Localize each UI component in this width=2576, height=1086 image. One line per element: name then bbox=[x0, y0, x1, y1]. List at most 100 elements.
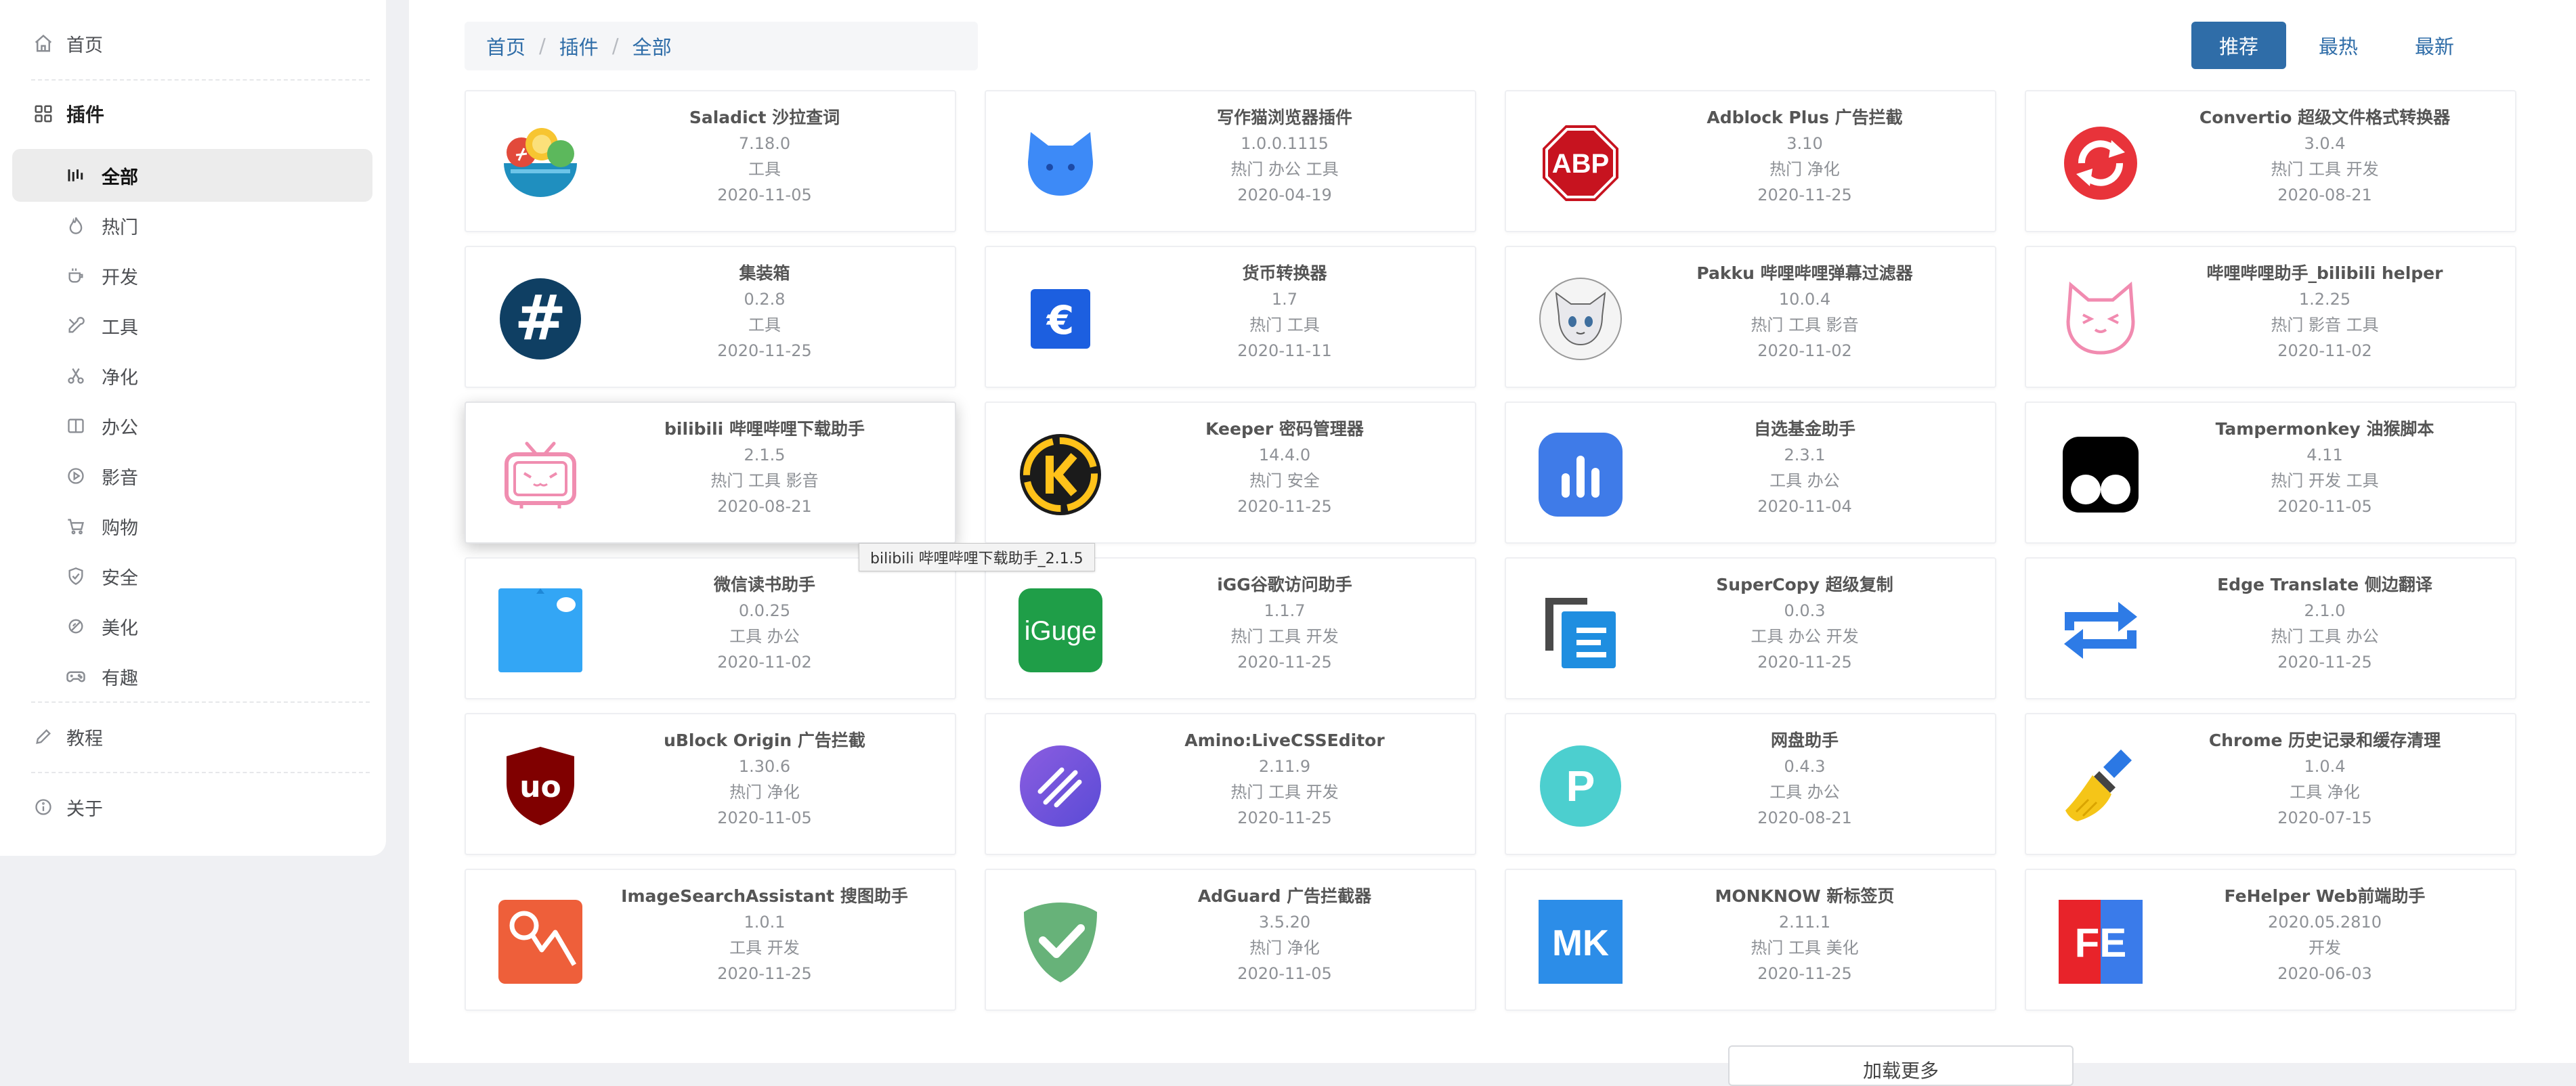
plugin-tags: 热门 工具 办公 bbox=[2271, 627, 2379, 646]
coffee-cup-icon bbox=[64, 263, 88, 288]
plugin-title: AdGuard 广告拦截器 bbox=[1197, 886, 1372, 906]
sidebar-item-home[interactable]: 首页 bbox=[0, 9, 386, 77]
hashtag-logo-text: # bbox=[514, 282, 566, 354]
plugin-date: 2020-11-04 bbox=[1757, 497, 1852, 516]
plugin-date: 2020-11-25 bbox=[1757, 653, 1852, 672]
plugin-card-currency[interactable]: € 货币转换器 1.7 热门 工具 2020-11-11 bbox=[985, 246, 1476, 388]
sort-new-button[interactable]: 最新 bbox=[2390, 22, 2478, 69]
equalizer-icon bbox=[64, 163, 88, 188]
plugin-card-chrome-cleaner[interactable]: Chrome 历史记录和缓存清理 1.0.4 工具 净化 2020-07-15 bbox=[2025, 713, 2516, 855]
plugin-card-supercopy[interactable]: SuperCopy 超级复制 0.0.3 工具 办公 开发 2020-11-25 bbox=[1505, 557, 1996, 699]
breadcrumb: 首页 / 插件 / 全部 bbox=[465, 22, 978, 70]
plugin-card-container[interactable]: # 集装箱 0.2.8 工具 2020-11-25 bbox=[465, 246, 956, 388]
plugin-title: 微信读书助手 bbox=[713, 575, 815, 594]
abp-logo-text: ABP bbox=[1552, 149, 1609, 179]
plugin-info: AdGuard 广告拦截器 3.5.20 热门 净化 2020-11-05 bbox=[1121, 884, 1448, 986]
plugin-title: 写作猫浏览器插件 bbox=[1216, 108, 1352, 127]
plugin-title: 集装箱 bbox=[739, 263, 790, 283]
plugin-date: 2020-11-25 bbox=[2277, 653, 2372, 672]
plugin-card-adblock-plus[interactable]: ABP Adblock Plus 广告拦截 3.10 热门 净化 2020-11… bbox=[1505, 90, 1996, 232]
sidebar-item-about[interactable]: 关于 bbox=[0, 773, 386, 841]
sidebar-item-label: 工具 bbox=[102, 317, 138, 339]
plugin-info: Adblock Plus 广告拦截 3.10 热门 净化 2020-11-25 bbox=[1641, 105, 1968, 208]
sidebar-item-label: 教程 bbox=[66, 728, 103, 750]
plugin-info: MONKNOW 新标签页 2.11.1 热门 工具 美化 2020-11-25 bbox=[1641, 884, 1968, 986]
card-tooltip: bilibili 哔哩哔哩下载助手_2.1.5 bbox=[859, 543, 1095, 571]
plugin-date: 2020-08-21 bbox=[717, 497, 812, 516]
plugin-card-adguard[interactable]: AdGuard 广告拦截器 3.5.20 热门 净化 2020-11-05 bbox=[985, 869, 1476, 1011]
plugin-info: Saladict 沙拉查词 7.18.0 工具 2020-11-05 bbox=[601, 105, 928, 208]
home-icon bbox=[31, 31, 56, 56]
plugin-card-fund-helper[interactable]: 自选基金助手 2.3.1 工具 办公 2020-11-04 bbox=[1505, 401, 1996, 544]
breadcrumb-all[interactable]: 全部 bbox=[632, 32, 672, 60]
plugin-card-xiezuomao[interactable]: 写作猫浏览器插件 1.0.0.1115 热门 办公 工具 2020-04-19 bbox=[985, 90, 1476, 232]
plugin-card-edge-translate[interactable]: Edge Translate 侧边翻译 2.1.0 热门 工具 办公 2020-… bbox=[2025, 557, 2516, 699]
plugin-info: 微信读书助手 0.0.25 工具 办公 2020-11-02 bbox=[601, 572, 928, 675]
plugin-title: Chrome 历史记录和缓存清理 bbox=[2208, 731, 2441, 750]
plugin-info: Pakku 哔哩哔哩弹幕过滤器 10.0.4 热门 工具 影音 2020-11-… bbox=[1641, 261, 1968, 364]
sidebar-item-tutorial[interactable]: 教程 bbox=[0, 703, 386, 770]
plugin-version: 0.2.8 bbox=[744, 290, 786, 309]
plugin-version: 10.0.4 bbox=[1778, 290, 1831, 309]
bilibili-tv-icon bbox=[498, 433, 582, 517]
info-icon bbox=[31, 795, 56, 819]
plugin-card-convertio[interactable]: Convertio 超级文件格式转换器 3.0.4 热门 工具 开发 2020-… bbox=[2025, 90, 2516, 232]
sidebar-item-label: 美化 bbox=[102, 617, 138, 639]
sidebar-item-fun[interactable]: 有趣 bbox=[0, 643, 386, 710]
plugin-date: 2020-11-05 bbox=[717, 808, 812, 827]
plugin-card-keeper[interactable]: Keeper 密码管理器 14.4.0 热门 安全 2020-11-25 bbox=[985, 401, 1476, 544]
plugin-card-netdisk[interactable]: P 网盘助手 0.4.3 工具 办公 2020-08-21 bbox=[1505, 713, 1996, 855]
breadcrumb-separator: / bbox=[611, 35, 619, 58]
plugin-card-iguge[interactable]: iGuge iGG谷歌访问助手 1.1.7 热门 工具 开发 2020-11-2… bbox=[985, 557, 1476, 699]
plugin-title: Convertio 超级文件格式转换器 bbox=[2199, 108, 2451, 127]
plugin-title: FeHelper Web前端助手 bbox=[2224, 886, 2426, 906]
grid-icon bbox=[31, 102, 56, 126]
plugin-card-wechat-read[interactable]: 微信读书助手 0.0.25 工具 办公 2020-11-02 bbox=[465, 557, 956, 699]
plugin-tags: 工具 办公 开发 bbox=[1751, 627, 1859, 646]
tools-icon bbox=[64, 313, 88, 338]
plugin-card-amino[interactable]: Amino:LiveCSSEditor 2.11.9 热门 工具 开发 2020… bbox=[985, 713, 1476, 855]
plugin-card-monknow[interactable]: MK MONKNOW 新标签页 2.11.1 热门 工具 美化 2020-11-… bbox=[1505, 869, 1996, 1011]
plugin-card-pakku[interactable]: Pakku 哔哩哔哩弹幕过滤器 10.0.4 热门 工具 影音 2020-11-… bbox=[1505, 246, 1996, 388]
plugin-tags: 工具 办公 bbox=[1769, 783, 1840, 802]
sidebar-item-label: 热门 bbox=[102, 217, 138, 238]
plugin-info: uBlock Origin 广告拦截 1.30.6 热门 净化 2020-11-… bbox=[601, 728, 928, 831]
plugin-card-tampermonkey[interactable]: Tampermonkey 油猴脚本 4.11 热门 开发 工具 2020-11-… bbox=[2025, 401, 2516, 544]
plugin-info: Keeper 密码管理器 14.4.0 热门 安全 2020-11-25 bbox=[1121, 416, 1448, 519]
iguge-icon: iGuge bbox=[1018, 588, 1102, 672]
plugin-card-bilibili-helper[interactable]: 哔哩哔哩助手_bilibili helper 1.2.25 热门 影音 工具 2… bbox=[2025, 246, 2516, 388]
plugin-card-saladict[interactable]: Saladict 沙拉查词 7.18.0 工具 2020-11-05 bbox=[465, 90, 956, 232]
plugin-tags: 工具 办公 bbox=[729, 627, 800, 646]
plugin-tags: 热门 净化 bbox=[1249, 938, 1320, 957]
plugin-date: 2020-11-25 bbox=[717, 341, 812, 360]
plugin-date: 2020-11-25 bbox=[1237, 497, 1332, 516]
sidebar-group-plugins[interactable]: 插件 bbox=[0, 80, 386, 148]
sidebar-item-label: 首页 bbox=[66, 35, 103, 56]
sort-recommend-button[interactable]: 推荐 bbox=[2191, 22, 2286, 69]
sidebar-item-label: 有趣 bbox=[102, 668, 138, 689]
plugin-date: 2020-11-25 bbox=[1757, 186, 1852, 204]
plugin-date: 2020-11-02 bbox=[2277, 341, 2372, 360]
plugin-card-image-search[interactable]: ImageSearchAssistant 搜图助手 1.0.1 工具 开发 20… bbox=[465, 869, 956, 1011]
plugin-title: Pakku 哔哩哔哩弹幕过滤器 bbox=[1696, 263, 1913, 283]
plugin-title: uBlock Origin 广告拦截 bbox=[664, 731, 865, 750]
plugin-version: 1.2.25 bbox=[2298, 290, 2351, 309]
sidebar: 首页 插件 全部 热门 开发 工具 净化 办公 影音 购物 安全 美化 有趣 教… bbox=[0, 0, 386, 856]
plugin-title: Edge Translate 侧边翻译 bbox=[2217, 575, 2432, 594]
plugin-card-ublock[interactable]: uo uBlock Origin 广告拦截 1.30.6 热门 净化 2020-… bbox=[465, 713, 956, 855]
sidebar-item-label: 影音 bbox=[102, 467, 138, 489]
plugin-info: Chrome 历史记录和缓存清理 1.0.4 工具 净化 2020-07-15 bbox=[2162, 728, 2488, 831]
breadcrumb-plugins[interactable]: 插件 bbox=[559, 32, 599, 60]
plugin-title: Saladict 沙拉查词 bbox=[689, 108, 840, 127]
plugin-card-bilibili-downloader[interactable]: bilibili 哔哩哔哩下载助手 2.1.5 热门 工具 影音 2020-08… bbox=[465, 401, 956, 544]
plugin-date: 2020-11-25 bbox=[1237, 808, 1332, 827]
plugin-info: 写作猫浏览器插件 1.0.0.1115 热门 办公 工具 2020-04-19 bbox=[1121, 105, 1448, 208]
plugin-tags: 工具 开发 bbox=[729, 938, 800, 957]
breadcrumb-home[interactable]: 首页 bbox=[486, 32, 525, 60]
sort-hot-button[interactable]: 最热 bbox=[2294, 22, 2382, 69]
plugin-tags: 热门 办公 工具 bbox=[1230, 160, 1339, 179]
anime-cat-icon bbox=[1539, 277, 1623, 361]
plugin-card-fehelper[interactable]: FE FeHelper Web前端助手 2020.05.2810 开发 2020… bbox=[2025, 869, 2516, 1011]
plugin-title: 自选基金助手 bbox=[1753, 419, 1855, 439]
load-more-button[interactable]: 加载更多 bbox=[1728, 1045, 2074, 1086]
